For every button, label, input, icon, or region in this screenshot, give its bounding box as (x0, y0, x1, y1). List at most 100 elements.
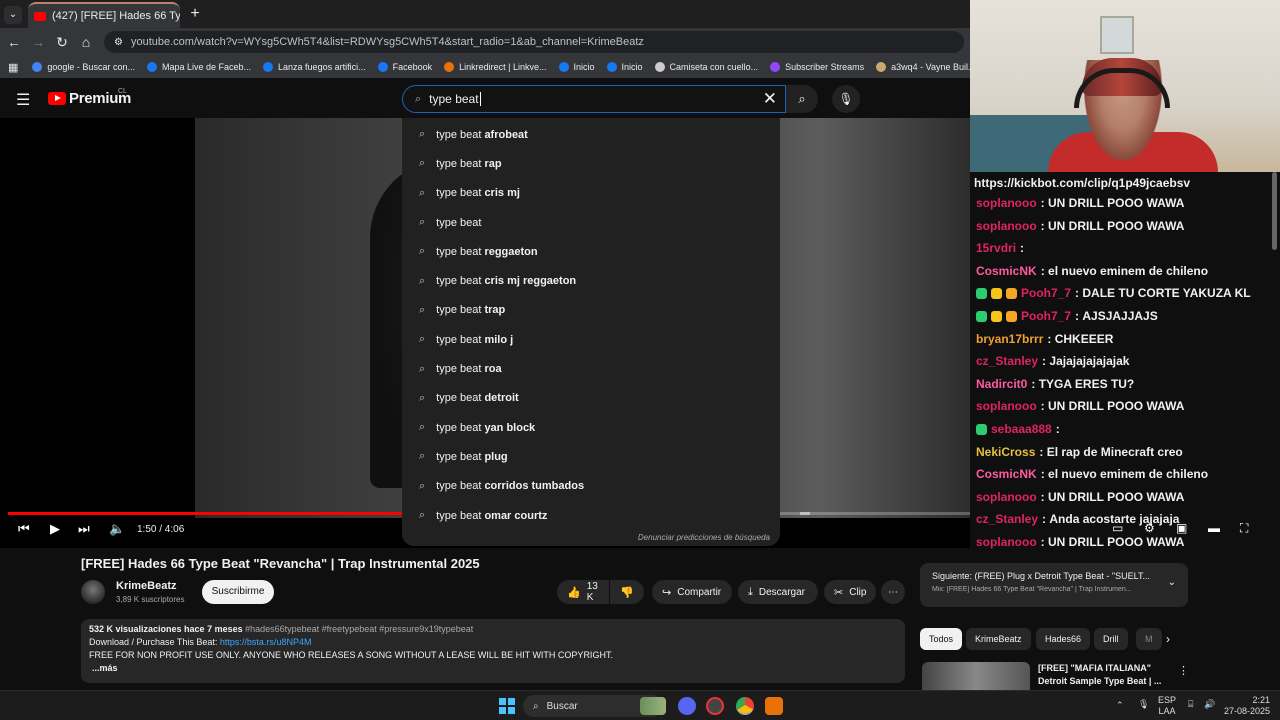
chat-username[interactable]: bryan17brrr (976, 332, 1043, 346)
previous-icon[interactable]: ⏮ (18, 521, 30, 537)
dislike-button[interactable]: 👎 (610, 580, 644, 604)
bookmark-item[interactable]: Subscriber Streams (770, 62, 864, 72)
chat-username[interactable]: 15rvdri (976, 241, 1016, 255)
recommendation-title[interactable]: [FREE] "MAFIA ITALIANA" Detroit Sample T… (1038, 662, 1168, 688)
show-more-link[interactable]: ...más (89, 662, 897, 675)
discord-icon[interactable] (678, 697, 696, 715)
suggestion-item[interactable]: ⌕ type beat reggaeton (402, 237, 780, 266)
clear-search-icon[interactable]: ✕ (763, 89, 777, 109)
download-button[interactable]: ⤓ Descargar (738, 580, 818, 604)
filter-chip[interactable]: Todos (920, 628, 963, 650)
suggestion-item[interactable]: ⌕ type beat roa (402, 354, 780, 383)
suggestion-item[interactable]: ⌕ type beat trap (402, 296, 780, 325)
play-icon[interactable]: ▶ (50, 521, 60, 537)
chat-username[interactable]: sebaaa888 (991, 422, 1052, 436)
speaker-icon[interactable]: 🔊 (1204, 699, 1215, 710)
filter-chip[interactable]: KrimeBeatz (966, 628, 1031, 650)
chat-username[interactable]: NekiCross (976, 445, 1035, 459)
chrome-icon[interactable] (736, 697, 754, 715)
bookmark-item[interactable]: Inicio (606, 62, 643, 72)
subtitles-icon[interactable]: ▭ (1112, 521, 1123, 535)
like-button[interactable]: 👍 13 K (557, 580, 609, 604)
chevron-up-icon[interactable]: ⌃ (1116, 700, 1124, 711)
description-tags[interactable]: #hades66typebeat #freetypebeat #pressure… (245, 624, 473, 634)
video-description[interactable]: 532 K visualizaciones hace 7 meses #hade… (81, 619, 905, 683)
clock[interactable]: 2:21 27-08-2025 (1222, 695, 1270, 717)
chevron-right-icon[interactable]: › (1166, 632, 1170, 646)
chat-username[interactable]: CosmicNK (976, 467, 1037, 481)
apps-grid-icon[interactable]: ▦ (8, 61, 18, 74)
new-tab-icon[interactable]: + (186, 6, 204, 24)
tab-search-icon[interactable]: ⌄ (4, 6, 22, 24)
chat-username[interactable]: soplanooo (976, 490, 1037, 504)
suggestion-item[interactable]: ⌕ type beat cris mj reggaeton (402, 266, 780, 295)
bookmark-item[interactable]: Camiseta con cuello... (654, 62, 758, 72)
bookmark-item[interactable]: Inicio (558, 62, 595, 72)
microphone-icon[interactable]: 🎙 (832, 85, 860, 113)
recording-app-icon[interactable] (706, 697, 724, 715)
next-icon[interactable]: ⏭ (78, 521, 90, 537)
youtube-logo-icon[interactable] (48, 92, 66, 105)
chat-username[interactable]: cz_Stanley (976, 512, 1038, 526)
suggestion-item[interactable]: ⌕ type beat detroit (402, 384, 780, 413)
filter-chip[interactable]: M (1136, 628, 1162, 650)
chat-username[interactable]: Nadircit0 (976, 377, 1027, 391)
language-indicator[interactable]: ESP LAA (1158, 695, 1176, 717)
chat-username[interactable]: CosmicNK (976, 264, 1037, 278)
chat-username[interactable]: soplanooo (976, 535, 1037, 549)
suggestion-item[interactable]: ⌕ type beat (402, 208, 780, 237)
subscribe-button[interactable]: Suscribirme (202, 580, 274, 604)
site-info-icon[interactable]: ⚙ (114, 37, 123, 48)
chat-username[interactable]: Pooh7_7 (1021, 286, 1071, 300)
volume-icon[interactable]: 🔈 (109, 521, 125, 537)
suggestion-item[interactable]: ⌕ type beat yan block (402, 413, 780, 442)
channel-name[interactable]: KrimeBeatz (116, 580, 177, 592)
miniplayer-icon[interactable]: ▣ (1176, 521, 1187, 535)
suggestion-item[interactable]: ⌕ type beat afrobeat (402, 120, 780, 149)
home-icon[interactable]: ⌂ (78, 34, 94, 50)
chat-username[interactable]: soplanooo (976, 219, 1037, 233)
chat-scrollbar[interactable] (1272, 172, 1277, 250)
share-button[interactable]: ↪ Compartir (652, 580, 732, 604)
chat-username[interactable]: cz_Stanley (976, 354, 1038, 368)
bookmark-item[interactable]: Lanza fuegos artifici... (263, 62, 366, 72)
bookmark-item[interactable]: a3wq4 - Vayne Buil... (876, 62, 970, 72)
widget-icon[interactable] (640, 697, 666, 715)
suggestion-item[interactable]: ⌕ type beat plug (402, 442, 780, 471)
address-bar[interactable]: ⚙ youtube.com/watch?v=WYsg5CWh5T4&list=R… (104, 31, 964, 53)
suggestion-item[interactable]: ⌕ type beat corridos tumbados (402, 472, 780, 501)
back-icon[interactable]: ← (6, 34, 22, 50)
suggestion-item[interactable]: ⌕ type beat omar courtz (402, 501, 780, 530)
clip-button[interactable]: ✂ Clip (824, 580, 876, 604)
suggestion-item[interactable]: ⌕ type beat cris mj (402, 179, 780, 208)
bookmark-item[interactable]: Facebook (377, 62, 432, 72)
suggestion-item[interactable]: ⌕ type beat rap (402, 149, 780, 178)
kebab-menu-icon[interactable]: ⋮ (1178, 664, 1189, 677)
filter-chip[interactable]: Drill (1094, 628, 1128, 650)
forward-icon[interactable]: → (30, 34, 46, 50)
settings-gear-icon[interactable]: ⚙ (1144, 521, 1155, 535)
app-icon[interactable] (765, 697, 783, 715)
chat-username[interactable]: soplanooo (976, 399, 1037, 413)
chat-username[interactable]: Pooh7_7 (1021, 309, 1071, 323)
bookmark-item[interactable]: google - Buscar con... (32, 62, 135, 72)
microphone-icon[interactable]: 🎙 (1138, 699, 1149, 710)
suggestion-item[interactable]: ⌕ type beat milo j (402, 325, 780, 354)
bookmark-item[interactable]: Mapa Live de Faceb... (146, 62, 251, 72)
chat-username[interactable]: soplanooo (976, 196, 1037, 210)
chevron-down-icon[interactable]: ⌄ (1168, 577, 1176, 588)
reload-icon[interactable]: ↻ (54, 34, 70, 50)
fullscreen-icon[interactable]: ⛶ (1240, 521, 1248, 536)
report-predictions-link[interactable]: Denunciar predicciones de búsqueda (638, 533, 770, 542)
menu-icon[interactable]: ☰ (16, 90, 30, 110)
network-icon[interactable]: ⌸ (1188, 699, 1193, 710)
download-link[interactable]: https://bsta.rs/u8NP4M (220, 637, 312, 647)
more-actions-button[interactable]: ⋯ (881, 580, 905, 604)
channel-avatar[interactable] (81, 580, 105, 604)
browser-tab[interactable]: (427) [FREE] Hades 66 Type Beat ✕ (28, 2, 180, 28)
bookmark-item[interactable]: Linkredirect | Linkve... (444, 62, 547, 72)
filter-chip[interactable]: Hades66 (1036, 628, 1091, 650)
search-input[interactable]: ⌕ type beat ✕ (402, 85, 786, 113)
theater-mode-icon[interactable]: ▬ (1208, 521, 1220, 535)
recommendation-thumbnail[interactable] (922, 662, 1030, 690)
